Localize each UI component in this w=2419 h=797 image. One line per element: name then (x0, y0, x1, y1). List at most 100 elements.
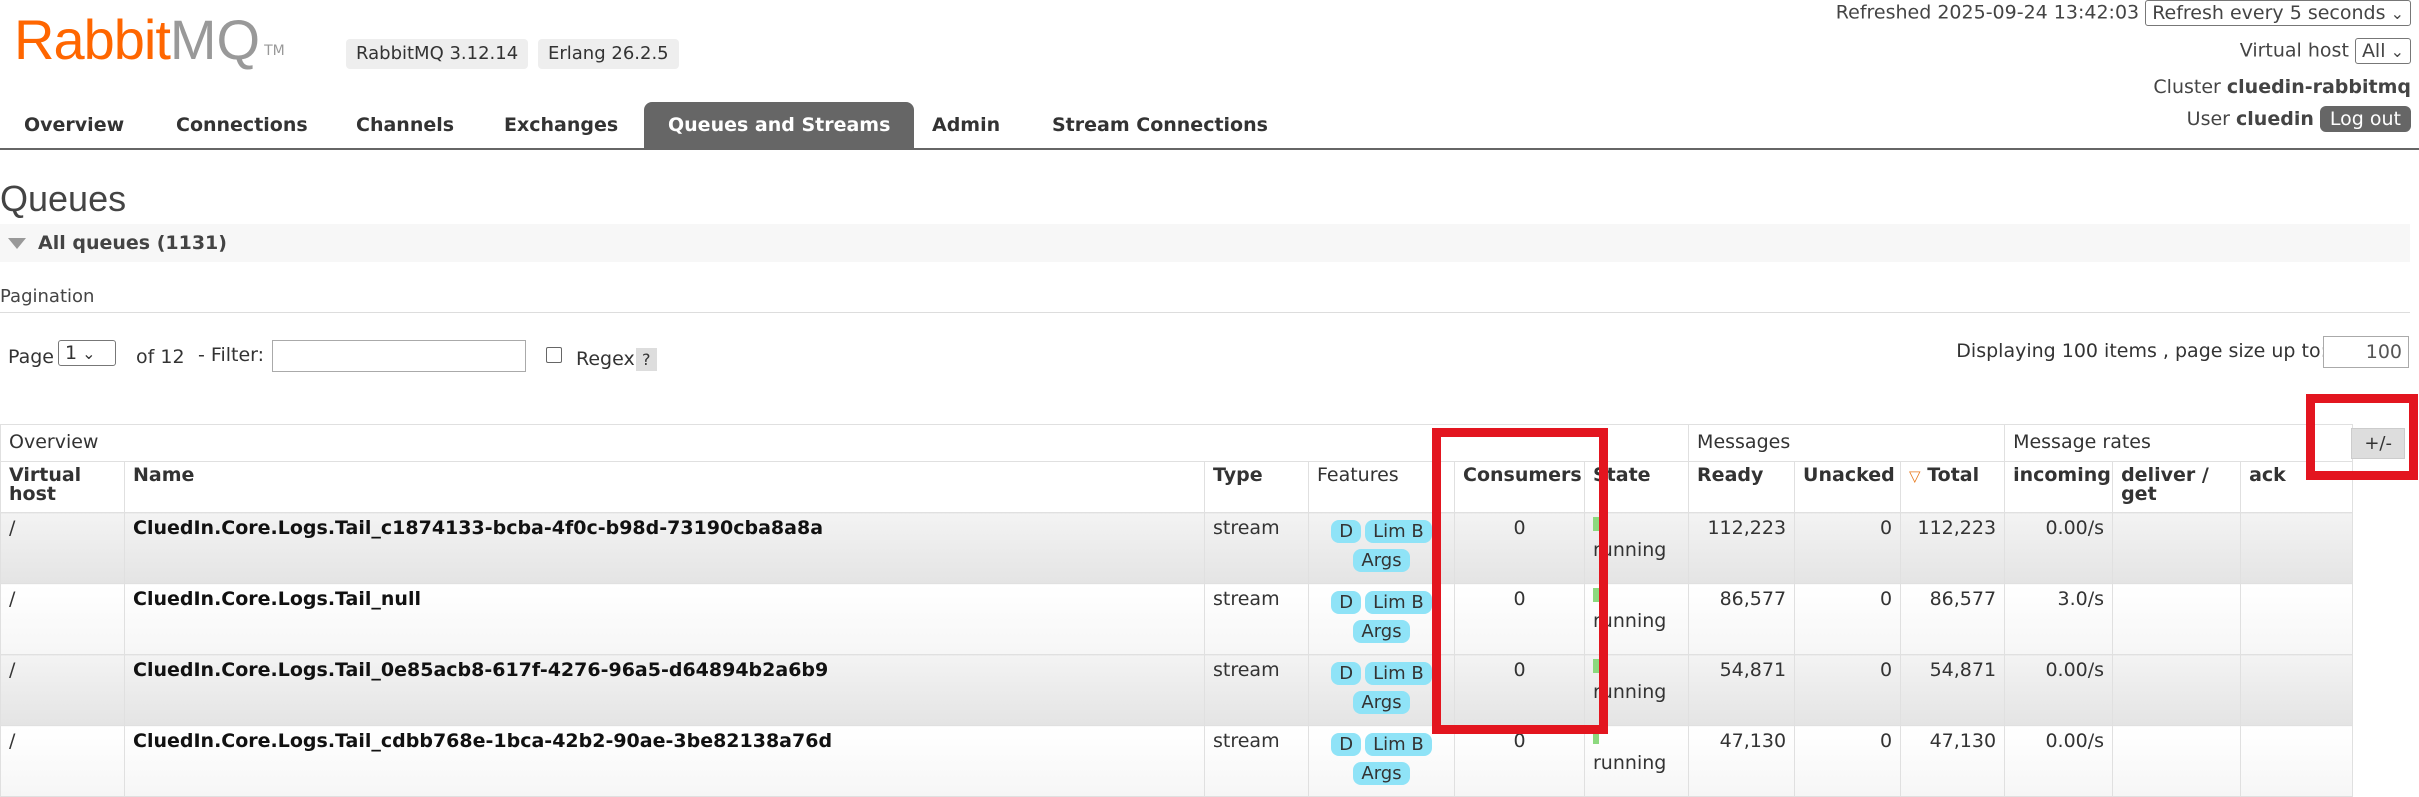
cell-total: 47,130 (1900, 725, 2006, 797)
tab-overview[interactable]: Overview (0, 102, 148, 148)
cell-vhost: / (0, 583, 125, 655)
main-nav: Overview Connections Channels Exchanges … (0, 102, 2419, 150)
col-ready[interactable]: Ready (1688, 461, 1796, 513)
cell-ready: 112,223 (1688, 512, 1796, 584)
cell-vhost: / (0, 512, 125, 584)
pagination-label: Pagination (0, 286, 95, 307)
cell-ready: 47,130 (1688, 725, 1796, 797)
tab-queues-and-streams[interactable]: Queues and Streams (644, 102, 915, 148)
cell-incoming: 0.00/s (2004, 654, 2114, 726)
cell-vhost: / (0, 725, 125, 797)
table-row[interactable]: / CluedIn.Core.Logs.Tail_cdbb768e-1bca-4… (0, 725, 2354, 797)
cell-unacked: 0 (1794, 583, 1902, 655)
refreshed-timestamp: Refreshed 2025-09-24 13:42:03 (1835, 1, 2140, 24)
page-label: Page (8, 346, 54, 368)
cluster-info: Cluster cluedin-rabbitmq (2153, 76, 2411, 98)
annotation-toggle-highlight (2306, 394, 2418, 480)
col-type[interactable]: Type (1204, 461, 1309, 513)
feature-tag-limit-bytes[interactable]: Lim B (1365, 591, 1432, 614)
cell-unacked: 0 (1794, 725, 1902, 797)
queue-name-link[interactable]: CluedIn.Core.Logs.Tail_0e85acb8-617f-427… (124, 654, 1205, 726)
cell-ack (2240, 512, 2354, 584)
logo-rabbit-text: Rabbit (14, 8, 171, 71)
feature-tag-durable[interactable]: D (1331, 520, 1362, 543)
col-total-label: Total (1927, 464, 1980, 486)
feature-tag-limit-bytes[interactable]: Lim B (1365, 662, 1432, 685)
table-row[interactable]: / CluedIn.Core.Logs.Tail_null stream D Li… (0, 583, 2354, 655)
filter-input[interactable] (272, 340, 526, 372)
tab-exchanges[interactable]: Exchanges (480, 102, 642, 148)
page-select[interactable]: 1 (58, 340, 116, 366)
cluster-name: cluedin-rabbitmq (2226, 76, 2411, 98)
cell-incoming: 3.0/s (2004, 583, 2114, 655)
col-incoming[interactable]: incoming (2004, 461, 2114, 513)
feature-tag-args[interactable]: Args (1353, 620, 1410, 643)
cell-deliver (2112, 583, 2242, 655)
tab-connections[interactable]: Connections (152, 102, 332, 148)
col-total[interactable]: ▽ Total (1900, 461, 2006, 513)
version-badge: RabbitMQ 3.12.14 (346, 39, 529, 69)
feature-tag-durable[interactable]: D (1331, 662, 1362, 685)
displaying-text: Displaying 100 items , page size up to: (1956, 340, 2327, 362)
cell-total: 112,223 (1900, 512, 2006, 584)
cell-deliver (2112, 725, 2242, 797)
cell-unacked: 0 (1794, 512, 1902, 584)
col-name[interactable]: Name (124, 461, 1205, 513)
cell-total: 54,871 (1900, 654, 2006, 726)
col-deliver-get[interactable]: deliver / get (2112, 461, 2242, 513)
cell-vhost: / (0, 654, 125, 726)
erlang-badge: Erlang 26.2.5 (538, 39, 679, 69)
rabbitmq-logo[interactable]: Rabbit MQ TM (14, 12, 285, 68)
sort-desc-icon: ▽ (1909, 467, 1921, 485)
cell-ack (2240, 583, 2354, 655)
group-message-rates: Message rates (2004, 424, 2354, 462)
cell-type: stream (1204, 725, 1309, 797)
cell-ack (2240, 725, 2354, 797)
feature-tag-limit-bytes[interactable]: Lim B (1365, 733, 1432, 756)
col-unacked[interactable]: Unacked (1794, 461, 1902, 513)
collapse-triangle-icon (8, 238, 26, 249)
feature-tag-durable[interactable]: D (1331, 733, 1362, 756)
cell-consumers: 0 (1454, 725, 1585, 797)
tab-stream-connections[interactable]: Stream Connections (1028, 102, 1292, 148)
feature-tag-args[interactable]: Args (1353, 762, 1410, 785)
feature-tag-args[interactable]: Args (1353, 549, 1410, 572)
cluster-label: Cluster (2153, 76, 2221, 98)
cell-ready: 86,577 (1688, 583, 1796, 655)
table-row[interactable]: / CluedIn.Core.Logs.Tail_c1874133-bcba-4… (0, 512, 2354, 584)
cell-unacked: 0 (1794, 654, 1902, 726)
logo-tm: TM (264, 43, 285, 59)
vhost-select[interactable]: All (2354, 38, 2411, 64)
cell-incoming: 0.00/s (2004, 725, 2114, 797)
tab-channels[interactable]: Channels (332, 102, 478, 148)
group-messages: Messages (1688, 424, 2006, 462)
vhost-label: Virtual host (2239, 39, 2349, 62)
cell-incoming: 0.00/s (2004, 512, 2114, 584)
regex-checkbox[interactable] (546, 347, 562, 363)
filter-label: - Filter: (198, 344, 265, 366)
tab-admin[interactable]: Admin (908, 102, 1024, 148)
queues-table: Overview Messages Message rates Virtual … (0, 424, 2354, 797)
state-text: running (1593, 752, 1667, 774)
all-queues-section-toggle[interactable]: All queues (1131) (0, 224, 2410, 262)
table-row[interactable]: / CluedIn.Core.Logs.Tail_0e85acb8-617f-4… (0, 654, 2354, 726)
queue-name-link[interactable]: CluedIn.Core.Logs.Tail_cdbb768e-1bca-42b… (124, 725, 1205, 797)
col-vhost[interactable]: Virtual host (0, 461, 125, 513)
regex-help-button[interactable]: ? (636, 348, 657, 371)
page-count: of 12 (136, 346, 185, 368)
feature-tag-durable[interactable]: D (1331, 591, 1362, 614)
queue-name-link[interactable]: CluedIn.Core.Logs.Tail_null (124, 583, 1205, 655)
refresh-area: Refreshed 2025-09-24 13:42:03 Refresh ev… (1836, 0, 2411, 26)
feature-tag-args[interactable]: Args (1353, 691, 1410, 714)
page-size-input[interactable]: 100 (2323, 336, 2409, 368)
cell-deliver (2112, 512, 2242, 584)
queue-name-link[interactable]: CluedIn.Core.Logs.Tail_c1874133-bcba-4f0… (124, 512, 1205, 584)
cell-ack (2240, 654, 2354, 726)
vhost-area: Virtual host All (2240, 38, 2411, 64)
cell-deliver (2112, 654, 2242, 726)
cell-type: stream (1204, 654, 1309, 726)
cell-total: 86,577 (1900, 583, 2006, 655)
divider (0, 312, 2410, 313)
refresh-interval-select[interactable]: Refresh every 5 seconds (2145, 0, 2411, 26)
feature-tag-limit-bytes[interactable]: Lim B (1365, 520, 1432, 543)
